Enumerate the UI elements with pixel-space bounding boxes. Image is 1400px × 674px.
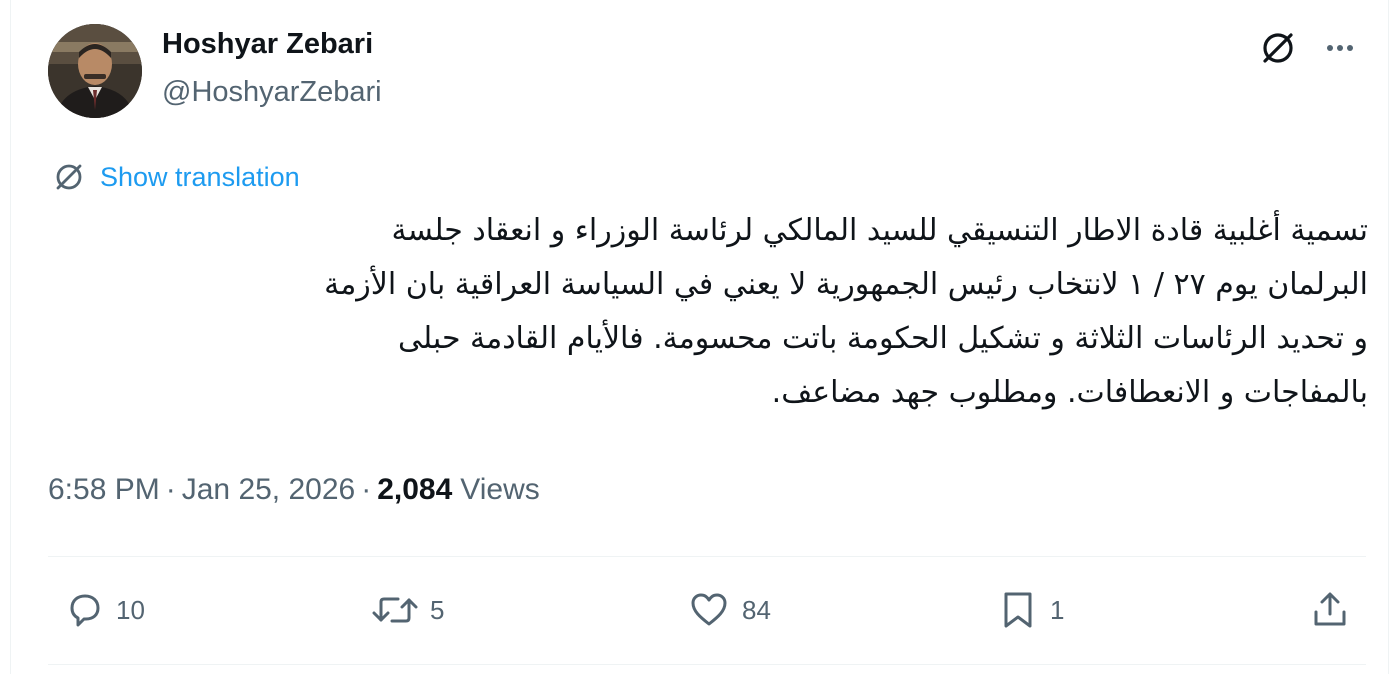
divider-top: [48, 556, 1366, 557]
grok-icon: [1263, 33, 1293, 63]
like-button[interactable]: 84: [686, 588, 771, 632]
tweet-line: بالمفاجات و الانعطافات. ومطلوب جهد مضاعف…: [771, 375, 1368, 410]
grok-icon: [56, 164, 82, 190]
share-icon: [1314, 592, 1346, 626]
right-border: [1388, 0, 1389, 674]
author-display-name[interactable]: Hoshyar Zebari: [162, 28, 373, 61]
bookmark-icon: [1004, 592, 1032, 628]
left-border: [10, 0, 11, 674]
meta-separator: ·: [361, 473, 372, 506]
reply-button[interactable]: 10: [62, 588, 145, 632]
avatar-image: [48, 24, 142, 118]
bookmark-count: 1: [1050, 594, 1065, 625]
more-options-button[interactable]: [1320, 28, 1360, 68]
reply-count: 10: [116, 594, 145, 625]
repost-button[interactable]: 5: [370, 588, 444, 632]
share-button[interactable]: [1306, 588, 1354, 632]
repost-count: 5: [430, 594, 445, 625]
meta-separator: ·: [165, 473, 176, 506]
heart-icon: [691, 593, 727, 626]
more-horizontal-icon: [1327, 45, 1353, 51]
repost-icon: [372, 597, 418, 623]
like-count: 84: [742, 594, 771, 625]
tweet-text: تسمية أغلبية قادة الاطار التنسيقي للسيد …: [48, 204, 1368, 420]
grok-button[interactable]: [1258, 28, 1298, 68]
author-handle[interactable]: @HoshyarZebari: [162, 76, 382, 109]
views-count: 2,084: [377, 473, 453, 506]
divider-bottom: [48, 664, 1366, 665]
tweet-date[interactable]: Jan 25, 2026: [182, 473, 355, 507]
tweet-line: و تحديد الرئاسات الثلاثة و تشكيل الحكومة…: [397, 321, 1368, 356]
tweet-meta: 6:58 PM · Jan 25, 2026 · 2,084 Views: [48, 470, 540, 510]
reply-icon: [70, 594, 100, 627]
avatar[interactable]: [48, 24, 142, 118]
bookmark-button[interactable]: 1: [996, 588, 1064, 632]
views-label: Views: [460, 473, 540, 506]
tweet-time[interactable]: 6:58 PM: [48, 473, 160, 507]
show-translation-link[interactable]: Show translation: [52, 158, 300, 196]
show-translation-label: Show translation: [100, 161, 300, 192]
tweet-line: البرلمان يوم ٢٧ / ١ لانتخاب رئيس الجمهور…: [324, 267, 1368, 302]
tweet-line: تسمية أغلبية قادة الاطار التنسيقي للسيد …: [391, 213, 1368, 248]
